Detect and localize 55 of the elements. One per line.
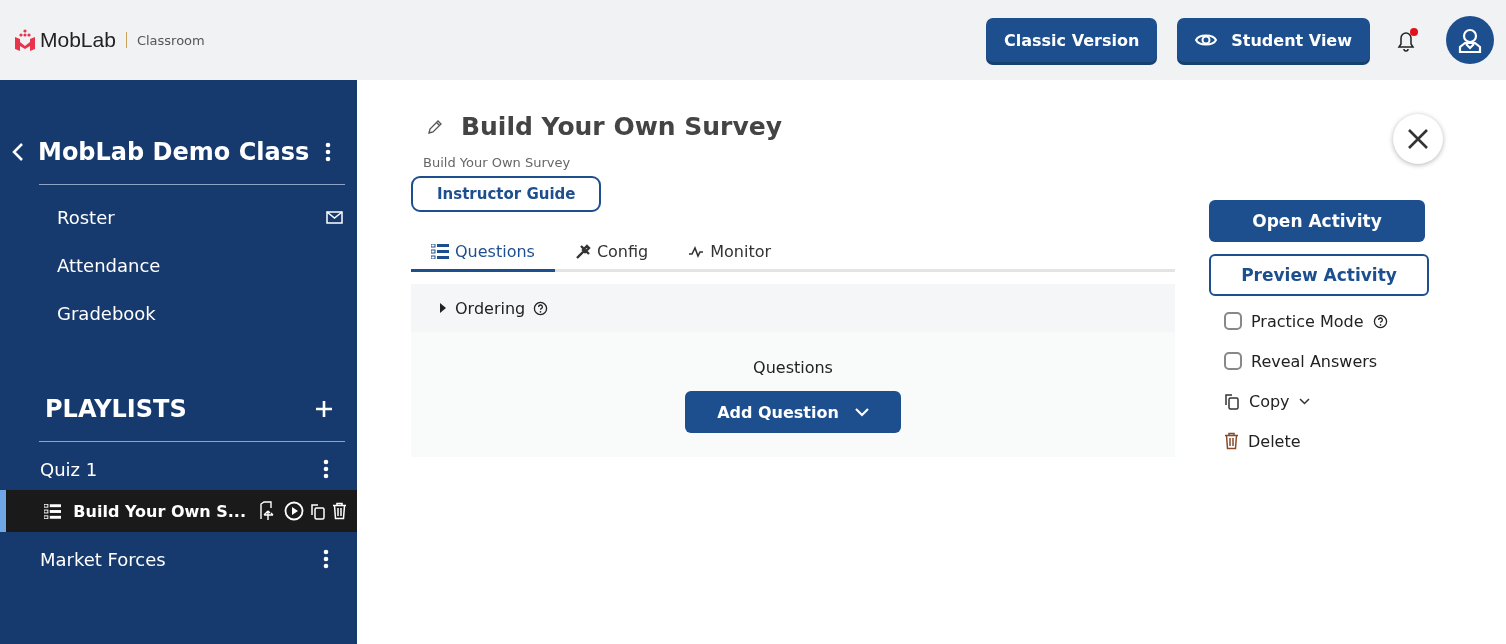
- preview-activity-button[interactable]: Preview Activity: [1209, 254, 1429, 296]
- activity-subtitle: Build Your Own Survey: [423, 155, 572, 170]
- checkbox[interactable]: [1224, 352, 1242, 370]
- sidebar-item[interactable]: Attendance: [0, 241, 357, 289]
- play-icon[interactable]: [284, 501, 304, 521]
- more-icon[interactable]: [323, 549, 329, 569]
- help-icon[interactable]: [533, 300, 549, 316]
- logo-icon: [14, 29, 36, 51]
- tab[interactable]: Config: [554, 234, 669, 272]
- student-view-button[interactable]: Student View: [1177, 18, 1370, 62]
- copy-icon[interactable]: [310, 502, 326, 520]
- more-icon[interactable]: [323, 459, 329, 479]
- pencil-icon[interactable]: [427, 118, 443, 135]
- instructor-guide-button[interactable]: Instructor Guide: [411, 176, 602, 212]
- list-icon: [44, 503, 62, 519]
- classic-version-button[interactable]: Classic Version: [986, 18, 1158, 62]
- delete-action[interactable]: Delete: [1209, 426, 1439, 456]
- questions-heading: Questions: [752, 358, 834, 377]
- add-question-button[interactable]: Add Question: [685, 391, 901, 433]
- list-icon: [431, 244, 449, 259]
- help-icon[interactable]: [1372, 313, 1388, 329]
- option-label: Practice Mode: [1251, 311, 1364, 331]
- logo-text: MobLab: [40, 28, 116, 52]
- user-icon: [1457, 27, 1483, 53]
- playlist-item[interactable]: Quiz 1: [0, 448, 357, 490]
- close-button[interactable]: [1393, 114, 1443, 164]
- close-icon: [1407, 128, 1429, 150]
- trash-icon[interactable]: [1224, 432, 1239, 450]
- caret-icon: [439, 303, 447, 313]
- ordering-toggle[interactable]: Ordering: [411, 284, 1175, 332]
- sidebar-item[interactable]: Roster: [0, 193, 357, 241]
- add-icon[interactable]: [315, 400, 333, 418]
- sidebar-item[interactable]: Gradebook: [0, 289, 357, 337]
- option-label: Reveal Answers: [1251, 351, 1378, 371]
- playlists-heading: PLAYLISTS: [45, 395, 188, 423]
- copy-icon[interactable]: [1224, 392, 1240, 410]
- more-icon[interactable]: [325, 142, 331, 162]
- eye-icon: [1195, 33, 1218, 47]
- back-icon[interactable]: [12, 142, 24, 162]
- checkbox[interactable]: [1224, 312, 1242, 330]
- chevron-down-icon: [1298, 397, 1310, 405]
- activity-title: Build Your Own Survey: [461, 112, 782, 141]
- tab[interactable]: Monitor: [668, 234, 792, 272]
- user-avatar[interactable]: [1446, 16, 1494, 64]
- product-name: Classroom: [136, 32, 205, 48]
- open-activity-button[interactable]: Open Activity: [1209, 200, 1425, 242]
- mail-icon[interactable]: [326, 210, 343, 224]
- activity-item[interactable]: Build Your Own S...: [0, 490, 357, 532]
- playlist-item[interactable]: Market Forces: [0, 538, 357, 580]
- pulse-icon: [688, 245, 705, 258]
- tools-icon: [574, 243, 591, 260]
- tab[interactable]: Questions: [411, 234, 555, 272]
- copy-menu[interactable]: Copy: [1209, 386, 1439, 416]
- class-name: MobLab Demo Class: [38, 138, 311, 166]
- chevron-down-icon: [854, 407, 869, 417]
